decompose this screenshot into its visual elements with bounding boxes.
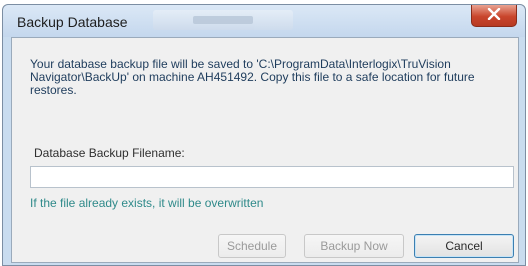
backup-filename-input[interactable]	[30, 166, 514, 188]
schedule-button[interactable]: Schedule	[218, 234, 286, 258]
backup-now-button[interactable]: Backup Now	[304, 234, 404, 258]
overwrite-hint: If the file already exists, it will be o…	[30, 196, 264, 210]
close-button[interactable]	[471, 5, 517, 27]
backup-location-message: Your database backup file will be saved …	[30, 57, 475, 97]
title-bar[interactable]: Backup Database	[3, 5, 525, 37]
filename-label: Database Backup Filename:	[34, 146, 185, 160]
window-title: Backup Database	[17, 14, 128, 30]
tab-placeholder	[193, 16, 253, 24]
dialog-content: Your database backup file will be saved …	[11, 37, 519, 263]
close-icon	[487, 7, 501, 25]
cancel-button[interactable]: Cancel	[414, 234, 514, 258]
background-window-tab	[153, 10, 293, 30]
backup-database-dialog: Backup Database Your database backup fil…	[2, 4, 526, 266]
